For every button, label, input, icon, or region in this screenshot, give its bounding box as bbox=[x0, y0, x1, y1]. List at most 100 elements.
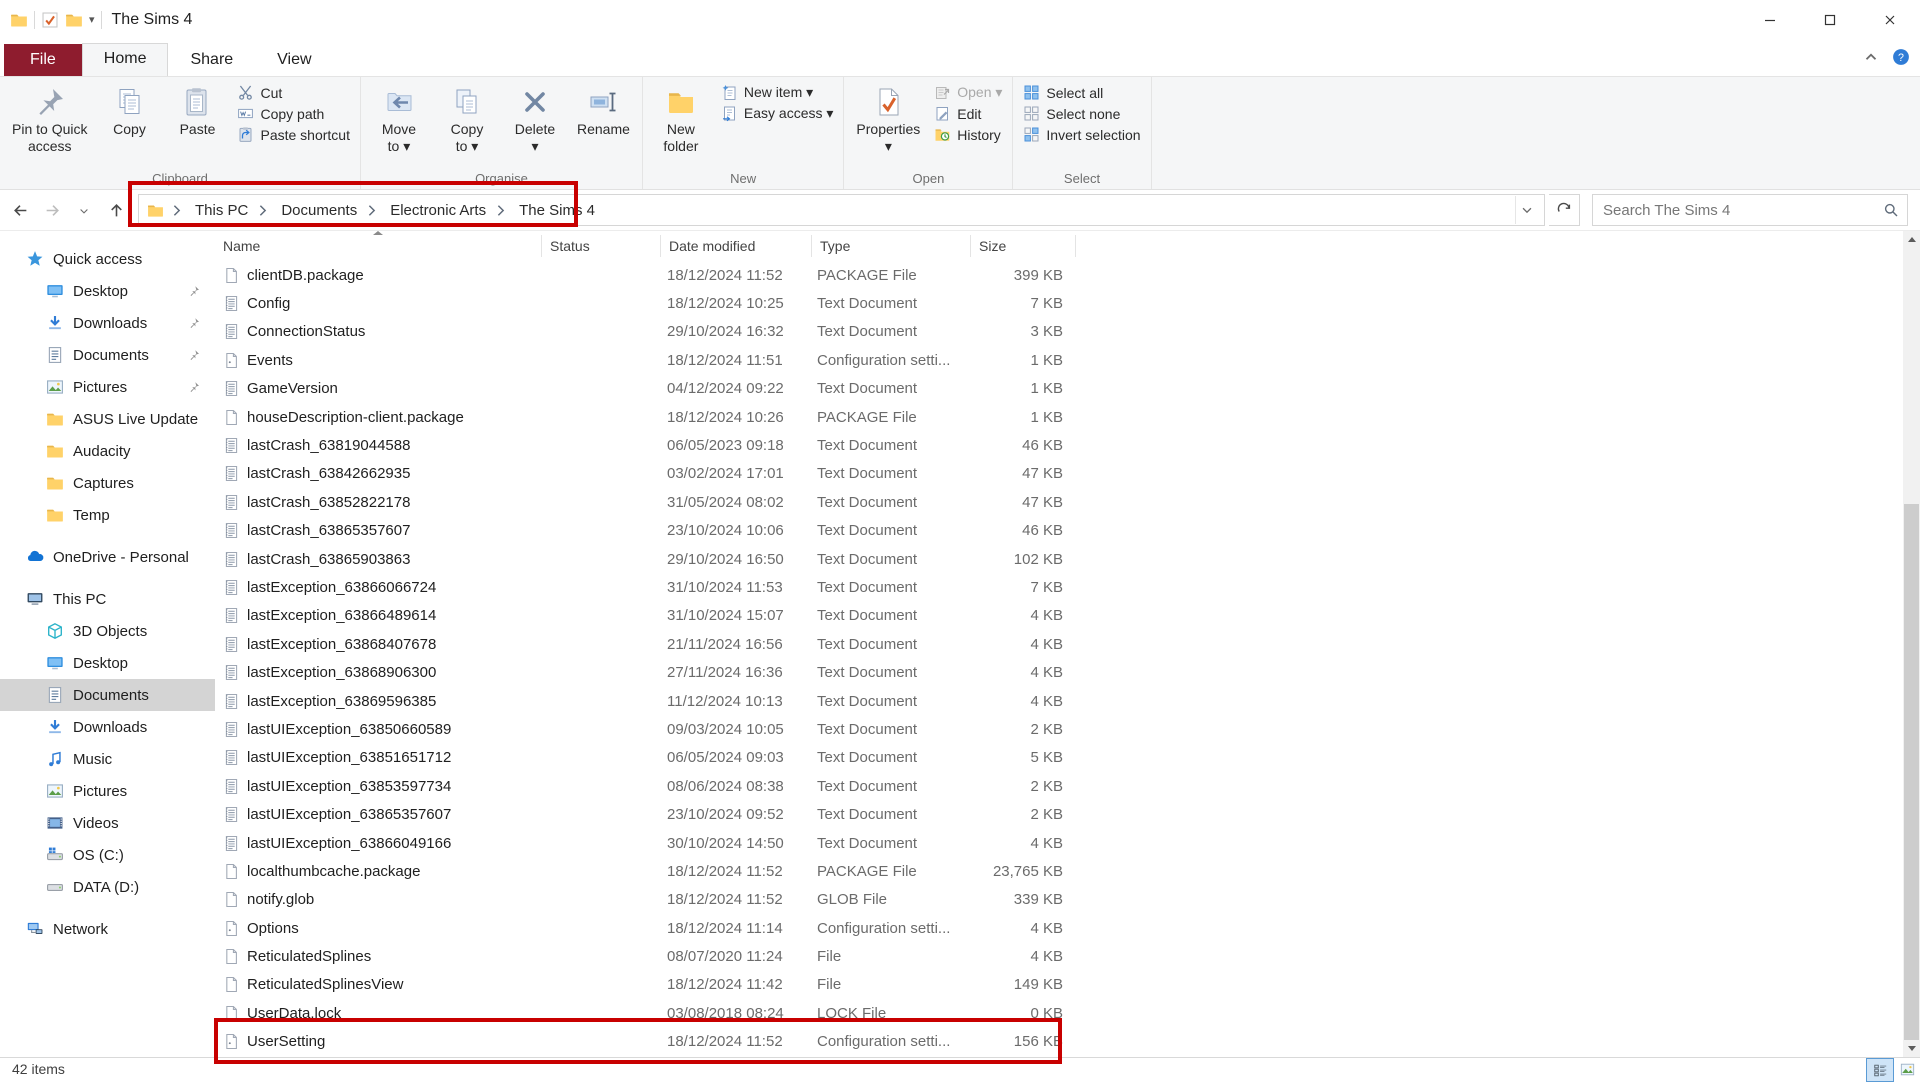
details-view-button[interactable] bbox=[1866, 1058, 1894, 1082]
column-header-type[interactable]: Type bbox=[812, 235, 971, 257]
sidebar-item-onedrive-personal[interactable]: OneDrive - Personal bbox=[0, 541, 215, 573]
breadcrumb-item-documents[interactable]: Documents bbox=[275, 202, 363, 219]
forward-button[interactable] bbox=[38, 196, 66, 224]
breadcrumb-chevron-icon[interactable] bbox=[492, 202, 509, 219]
file-row-reticulatedsplinesview[interactable]: ReticulatedSplinesView18/12/2024 11:42Fi… bbox=[215, 971, 1920, 999]
breadcrumb-chevron-icon[interactable] bbox=[168, 202, 185, 219]
file-row-lastcrash-63852822178[interactable]: lastCrash_6385282217831/05/2024 08:02Tex… bbox=[215, 488, 1920, 516]
file-row-notify-glob[interactable]: notify.glob18/12/2024 11:52GLOB File339 … bbox=[215, 886, 1920, 914]
file-row-localthumbcache-package[interactable]: localthumbcache.package18/12/2024 11:52P… bbox=[215, 857, 1920, 885]
breadcrumb-item-electronic-arts[interactable]: Electronic Arts bbox=[384, 202, 492, 219]
file-row-lastuiexception-63851651712[interactable]: lastUIException_6385165171206/05/2024 09… bbox=[215, 744, 1920, 772]
copy-to-button[interactable]: Copyto ▾ bbox=[433, 82, 501, 159]
file-row-lastexception-63866066724[interactable]: lastException_6386606672431/10/2024 11:5… bbox=[215, 573, 1920, 601]
column-header-date[interactable]: Date modified bbox=[661, 235, 812, 257]
maximize-button[interactable] bbox=[1800, 0, 1860, 40]
sidebar-item-quick-access[interactable]: Quick access bbox=[0, 243, 215, 275]
column-header-size[interactable]: Size bbox=[971, 235, 1076, 257]
file-row-gameversion[interactable]: GameVersion04/12/2024 09:22Text Document… bbox=[215, 375, 1920, 403]
sidebar-item-desktop[interactable]: Desktop bbox=[0, 275, 215, 307]
file-row-config[interactable]: Config18/12/2024 10:25Text Document7 KB bbox=[215, 289, 1920, 317]
file-row-events[interactable]: Events18/12/2024 11:51Configuration sett… bbox=[215, 346, 1920, 374]
file-row-lastcrash-63842662935[interactable]: lastCrash_6384266293503/02/2024 17:01Tex… bbox=[215, 460, 1920, 488]
collapse-ribbon-icon[interactable] bbox=[1862, 48, 1880, 66]
file-row-lastuiexception-63853597734[interactable]: lastUIException_6385359773408/06/2024 08… bbox=[215, 772, 1920, 800]
sidebar-item-downloads[interactable]: Downloads bbox=[0, 711, 215, 743]
sidebar-item-3d-objects[interactable]: 3D Objects bbox=[0, 615, 215, 647]
recent-locations-button[interactable] bbox=[70, 196, 98, 224]
sidebar-item-captures[interactable]: Captures bbox=[0, 467, 215, 499]
easy-access-button[interactable]: Easy access ▾ bbox=[721, 105, 834, 122]
file-row-lastcrash-63819044588[interactable]: lastCrash_6381904458806/05/2023 09:18Tex… bbox=[215, 431, 1920, 459]
file-row-usersetting[interactable]: UserSetting18/12/2024 11:52Configuration… bbox=[215, 1028, 1920, 1056]
column-header-status[interactable]: Status bbox=[542, 235, 661, 257]
file-row-lastuiexception-63850660589[interactable]: lastUIException_6385066058909/03/2024 10… bbox=[215, 715, 1920, 743]
scrollbar-thumb[interactable] bbox=[1904, 504, 1919, 1041]
move-to-button[interactable]: Moveto ▾ bbox=[365, 82, 433, 159]
file-row-connectionstatus[interactable]: ConnectionStatus29/10/2024 16:32Text Doc… bbox=[215, 318, 1920, 346]
sidebar-item-documents[interactable]: Documents bbox=[0, 679, 215, 711]
sidebar-item-downloads[interactable]: Downloads bbox=[0, 307, 215, 339]
file-row-lastuiexception-63865357607[interactable]: lastUIException_6386535760723/10/2024 09… bbox=[215, 800, 1920, 828]
search-input[interactable] bbox=[1601, 201, 1883, 220]
rename-button[interactable]: Rename bbox=[569, 82, 638, 142]
sidebar-item-network[interactable]: Network bbox=[0, 913, 215, 945]
file-row-reticulatedsplines[interactable]: ReticulatedSplines08/07/2020 11:24File4 … bbox=[215, 942, 1920, 970]
sidebar-item-data-d-[interactable]: DATA (D:) bbox=[0, 871, 215, 903]
refresh-button[interactable] bbox=[1549, 194, 1580, 226]
column-header-name[interactable]: Name bbox=[215, 235, 542, 257]
up-button[interactable] bbox=[102, 196, 130, 224]
thumbnail-view-button[interactable] bbox=[1894, 1058, 1920, 1080]
breadcrumb-item-this-pc[interactable]: This PC bbox=[189, 202, 254, 219]
sidebar-item-pictures[interactable]: Pictures bbox=[0, 775, 215, 807]
sidebar-item-temp[interactable]: Temp bbox=[0, 499, 215, 531]
sidebar-item-desktop[interactable]: Desktop bbox=[0, 647, 215, 679]
properties-check-icon[interactable] bbox=[41, 11, 59, 29]
new-folder-button[interactable]: Newfolder bbox=[647, 82, 715, 159]
file-row-lastuiexception-63866049166[interactable]: lastUIException_6386604916630/10/2024 14… bbox=[215, 829, 1920, 857]
close-button[interactable] bbox=[1860, 0, 1920, 40]
search-icon[interactable] bbox=[1883, 202, 1899, 218]
sidebar-item-this-pc[interactable]: This PC bbox=[0, 583, 215, 615]
new-folder-qat-icon[interactable] bbox=[65, 11, 83, 29]
paste-shortcut-button[interactable]: Paste shortcut bbox=[237, 126, 350, 143]
sidebar-item-audacity[interactable]: Audacity bbox=[0, 435, 215, 467]
qat-customize-caret-icon[interactable]: ▾ bbox=[89, 15, 95, 26]
breadcrumb-item-the-sims-4[interactable]: The Sims 4 bbox=[513, 202, 601, 219]
vertical-scrollbar[interactable] bbox=[1903, 231, 1920, 1057]
copy-button[interactable]: Copy bbox=[95, 82, 163, 142]
breadcrumb[interactable]: This PC Documents Electronic Arts The Sims … bbox=[138, 194, 1545, 226]
open-button[interactable]: Open ▾ bbox=[934, 84, 1002, 101]
minimize-button[interactable] bbox=[1740, 0, 1800, 40]
select-all-button[interactable]: Select all bbox=[1023, 84, 1140, 101]
paste-button[interactable]: Paste bbox=[163, 82, 231, 142]
invert-selection-button[interactable]: Invert selection bbox=[1023, 126, 1140, 143]
sidebar-item-asus-live-update[interactable]: ASUS Live Update bbox=[0, 403, 215, 435]
tab-share[interactable]: Share bbox=[168, 45, 255, 76]
pin-to-quick-access-button[interactable]: Pin to Quickaccess bbox=[4, 82, 95, 159]
history-button[interactable]: History bbox=[934, 126, 1002, 143]
file-row-clientdb-package[interactable]: clientDB.package18/12/2024 11:52PACKAGE … bbox=[215, 261, 1920, 289]
cut-button[interactable]: Cut bbox=[237, 84, 350, 101]
sidebar-item-os-c-[interactable]: OS (C:) bbox=[0, 839, 215, 871]
scroll-up-arrow[interactable] bbox=[1903, 231, 1920, 248]
properties-button[interactable]: Properties▾ bbox=[848, 82, 928, 159]
file-row-lastexception-63868906300[interactable]: lastException_6386890630027/11/2024 16:3… bbox=[215, 658, 1920, 686]
copy-path-button[interactable]: Copy path bbox=[237, 105, 350, 122]
sidebar-item-music[interactable]: Music bbox=[0, 743, 215, 775]
help-icon[interactable]: ? bbox=[1892, 48, 1910, 66]
file-row-housedescription-client-package[interactable]: houseDescription-client.package18/12/202… bbox=[215, 403, 1920, 431]
breadcrumb-chevron-icon[interactable] bbox=[254, 202, 271, 219]
address-dropdown-button[interactable] bbox=[1515, 196, 1542, 224]
select-none-button[interactable]: Select none bbox=[1023, 105, 1140, 122]
file-row-lastexception-63866489614[interactable]: lastException_6386648961431/10/2024 15:0… bbox=[215, 602, 1920, 630]
file-row-userdata-lock[interactable]: UserData.lock03/08/2018 08:24LOCK File0 … bbox=[215, 999, 1920, 1027]
scroll-down-arrow[interactable] bbox=[1903, 1040, 1920, 1057]
tab-view[interactable]: View bbox=[255, 45, 333, 76]
file-row-lastexception-63868407678[interactable]: lastException_6386840767821/11/2024 16:5… bbox=[215, 630, 1920, 658]
file-row-lastexception-63869596385[interactable]: lastException_6386959638511/12/2024 10:1… bbox=[215, 687, 1920, 715]
file-row-lastcrash-63865357607[interactable]: lastCrash_6386535760723/10/2024 10:06Tex… bbox=[215, 517, 1920, 545]
tab-file[interactable]: File bbox=[4, 44, 82, 76]
back-button[interactable] bbox=[6, 196, 34, 224]
edit-button[interactable]: Edit bbox=[934, 105, 1002, 122]
